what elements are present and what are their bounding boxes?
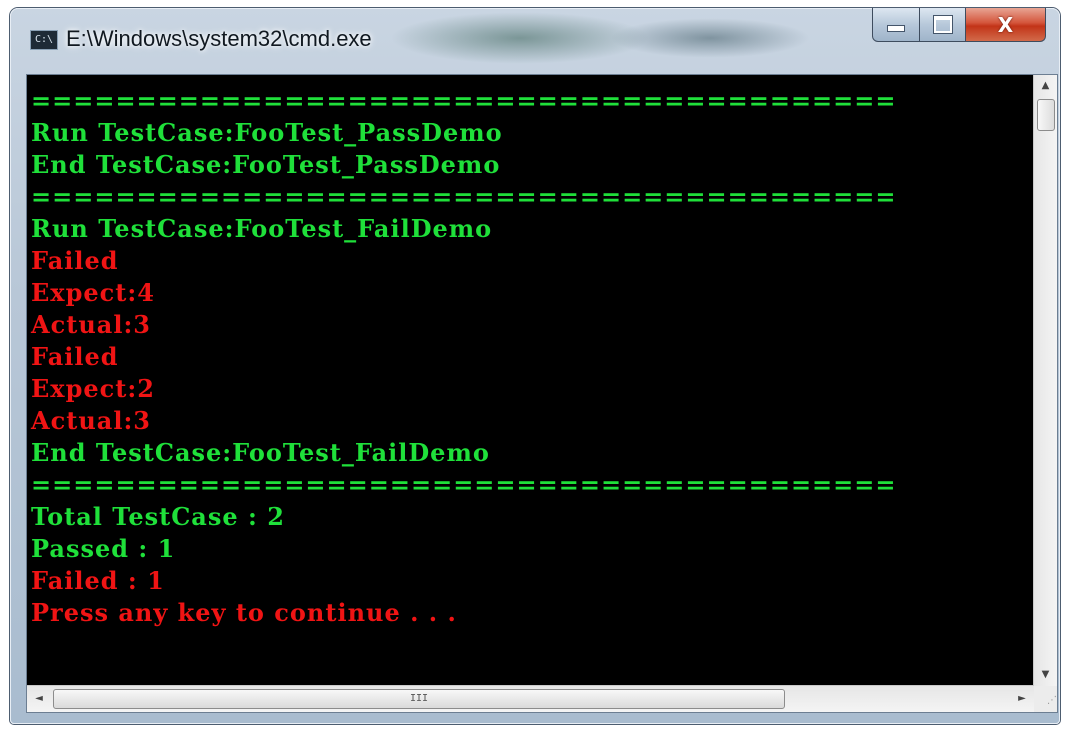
size-grip-icon[interactable]: ⋰ <box>1034 686 1057 712</box>
console-line: Passed : 1 <box>31 534 176 563</box>
minimize-icon <box>887 25 905 32</box>
console-line: Press any key to continue . . . <box>31 598 457 627</box>
horizontal-scrollbar[interactable]: ◄ III ► <box>27 685 1034 712</box>
cmd-window: C:\ E:\Windows\system32\cmd.exe X ======… <box>10 8 1060 724</box>
console-line: Failed : 1 <box>31 566 165 595</box>
grip-icon: III <box>409 693 429 704</box>
minimize-button[interactable] <box>872 8 920 42</box>
console-line: Expect:2 <box>31 374 155 403</box>
vertical-scroll-thumb[interactable] <box>1037 99 1055 131</box>
console-line: Actual:3 <box>31 406 151 435</box>
close-button[interactable]: X <box>966 8 1046 42</box>
console-line: Expect:4 <box>31 278 155 307</box>
console-line: ========================================… <box>31 470 897 499</box>
vertical-scrollbar[interactable]: ▲ ▼ <box>1033 75 1057 686</box>
arrow-up-icon[interactable]: ▲ <box>1034 75 1057 97</box>
console-line: Run TestCase:FooTest_FailDemo <box>31 214 493 243</box>
arrow-right-icon[interactable]: ► <box>1010 686 1034 712</box>
console-line: ========================================… <box>31 182 897 211</box>
console-line: Run TestCase:FooTest_PassDemo <box>31 118 503 147</box>
console-line: Total TestCase : 2 <box>31 502 285 531</box>
close-icon: X <box>997 12 1014 37</box>
console-line: Failed <box>31 246 119 275</box>
arrow-left-icon[interactable]: ◄ <box>27 686 51 712</box>
caption-buttons: X <box>872 8 1046 42</box>
title-bar[interactable]: C:\ E:\Windows\system32\cmd.exe X <box>10 8 1060 74</box>
console-line: Actual:3 <box>31 310 151 339</box>
window-title: E:\Windows\system32\cmd.exe <box>66 26 372 51</box>
console-line: End TestCase:FooTest_PassDemo <box>31 150 501 179</box>
arrow-down-icon[interactable]: ▼ <box>1034 664 1057 686</box>
maximize-icon <box>933 16 952 33</box>
console-client-area: ========================================… <box>26 74 1058 713</box>
console-line: Failed <box>31 342 119 371</box>
console-output[interactable]: ========================================… <box>27 75 1034 686</box>
console-line: ========================================… <box>31 86 897 115</box>
maximize-button[interactable] <box>920 8 966 42</box>
horizontal-scroll-thumb[interactable]: III <box>53 689 785 709</box>
console-line: End TestCase:FooTest_FailDemo <box>31 438 490 467</box>
cmd-app-icon[interactable]: C:\ <box>30 30 58 50</box>
